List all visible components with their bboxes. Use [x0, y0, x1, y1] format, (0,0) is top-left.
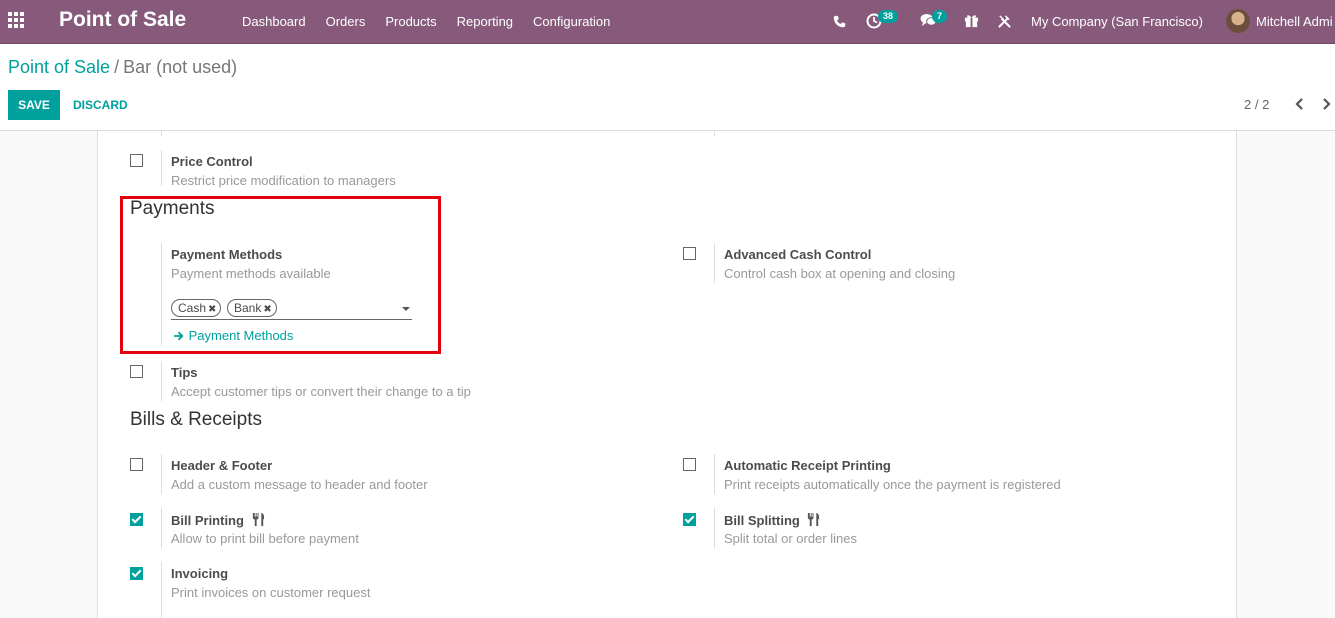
menu-orders[interactable]: Orders	[316, 0, 376, 44]
divider	[161, 150, 162, 186]
bill-printing-checkbox[interactable]	[130, 513, 143, 526]
menu-configuration[interactable]: Configuration	[523, 0, 620, 44]
price-control-desc: Restrict price modification to managers	[171, 173, 396, 188]
menu-dashboard[interactable]: Dashboard	[232, 0, 316, 44]
user-menu[interactable]: Mitchell Admi	[1256, 14, 1333, 29]
breadcrumb: Point of Sale / Bar (not used)	[8, 57, 237, 78]
menu-products[interactable]: Products	[375, 0, 446, 44]
company-switcher[interactable]: My Company (San Francisco)	[1031, 14, 1203, 29]
header-footer-checkbox[interactable]	[130, 458, 143, 471]
section-bills-receipts: Bills & Receipts	[130, 409, 262, 430]
pager-value[interactable]: 2 / 2	[1244, 97, 1269, 112]
control-panel: Point of Sale / Bar (not used) SAVE DISCAR…	[0, 44, 1335, 131]
divider	[161, 562, 162, 618]
avatar[interactable]	[1226, 9, 1250, 33]
bill-splitting-desc: Split total or order lines	[724, 531, 857, 546]
bill-splitting-checkbox[interactable]	[683, 513, 696, 526]
bill-splitting-label-row: Bill Splitting	[724, 512, 821, 528]
tips-checkbox[interactable]	[130, 365, 143, 378]
divider	[714, 131, 715, 136]
top-navbar: Point of Sale Dashboard Orders Products …	[0, 0, 1335, 44]
activity-badge: 38	[878, 10, 899, 23]
header-footer-label: Header & Footer	[171, 458, 273, 473]
save-button[interactable]: SAVE	[8, 90, 60, 120]
invoicing-desc: Print invoices on customer request	[171, 585, 371, 600]
advanced-cash-control-desc: Control cash box at opening and closing	[724, 266, 956, 281]
divider	[161, 361, 162, 401]
price-control-label: Price Control	[171, 154, 253, 169]
tips-label: Tips	[171, 365, 198, 380]
fork-knife-icon	[808, 512, 820, 527]
chevron-left-icon[interactable]	[1292, 96, 1308, 112]
auto-receipt-printing-checkbox[interactable]	[683, 458, 696, 471]
fork-knife-icon	[252, 512, 264, 527]
divider	[161, 131, 162, 136]
breadcrumb-separator: /	[114, 57, 120, 77]
gift-icon[interactable]	[964, 13, 979, 28]
advanced-cash-control-label: Advanced Cash Control	[724, 247, 872, 262]
phone-icon[interactable]	[833, 15, 846, 28]
bill-printing-label: Bill Printing	[171, 513, 244, 528]
auto-receipt-printing-label: Automatic Receipt Printing	[724, 458, 891, 473]
app-title[interactable]: Point of Sale	[59, 8, 186, 32]
tools-icon[interactable]	[997, 14, 1012, 29]
invoicing-label: Invoicing	[171, 566, 229, 581]
divider	[161, 508, 162, 548]
discard-button[interactable]: DISCARD	[64, 90, 137, 120]
invoicing-checkbox[interactable]	[130, 567, 143, 580]
bill-splitting-label: Bill Splitting	[724, 513, 800, 528]
menu-reporting[interactable]: Reporting	[447, 0, 523, 44]
auto-receipt-printing-desc: Print receipts automatically once the pa…	[724, 477, 1061, 492]
highlight-annotation	[120, 196, 441, 354]
divider	[714, 243, 715, 283]
price-control-checkbox[interactable]	[130, 154, 143, 167]
main-menu: Dashboard Orders Products Reporting Conf…	[232, 0, 620, 44]
breadcrumb-current: Bar (not used)	[123, 57, 238, 77]
divider	[161, 454, 162, 494]
divider	[714, 508, 715, 548]
message-badge: 7	[932, 10, 948, 23]
breadcrumb-parent[interactable]: Point of Sale	[8, 57, 110, 77]
grid-icon[interactable]	[8, 12, 26, 30]
tips-desc: Accept customer tips or convert their ch…	[171, 384, 471, 399]
bill-printing-label-row: Bill Printing	[171, 512, 266, 528]
advanced-cash-control-checkbox[interactable]	[683, 247, 696, 260]
divider	[714, 454, 715, 494]
bill-printing-desc: Allow to print bill before payment	[171, 531, 359, 546]
header-footer-desc: Add a custom message to header and foote…	[171, 477, 428, 492]
chevron-right-icon[interactable]	[1318, 96, 1334, 112]
